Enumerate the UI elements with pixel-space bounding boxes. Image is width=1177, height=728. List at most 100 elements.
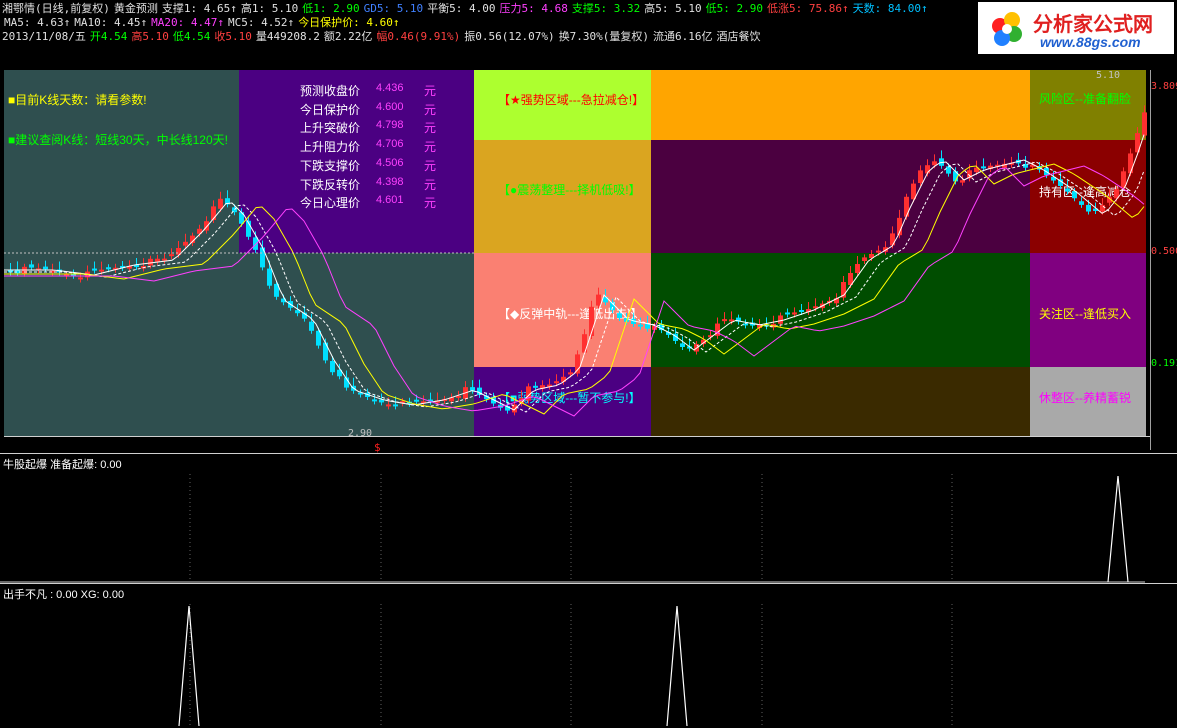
candle-body — [960, 180, 965, 183]
row1-item: 高1: 5.10 — [240, 2, 299, 15]
row1-item: 湘鄂情(日线,前复权) — [2, 2, 110, 15]
row1-item: 低5: 2.90 — [705, 2, 763, 15]
row2-item: 今日保护价: 4.60↑ — [298, 16, 400, 29]
high-price-mark: 5.10 — [1096, 70, 1121, 81]
row1-item: 天数: 84.00↑ — [852, 2, 928, 15]
subchart-niugu-qibao[interactable]: 牛股起爆 准备起爆: 0.00 — [0, 453, 1177, 583]
candle-body — [92, 268, 97, 271]
candle-body — [1086, 204, 1091, 212]
logo-url[interactable]: www.88gs.com — [1040, 34, 1141, 50]
sub2-spike-2 — [666, 605, 688, 727]
candle-body — [393, 404, 398, 407]
price-axis-line — [1150, 70, 1151, 450]
candle-body — [1100, 205, 1105, 212]
candle-body — [568, 372, 573, 375]
candle-body — [267, 268, 272, 286]
row1-item: 低涨5: 75.86↑ — [766, 2, 849, 15]
sub2-spike-1 — [178, 605, 200, 727]
candle-body — [1142, 112, 1147, 136]
row2-item: MC5: 4.52↑ — [227, 16, 295, 29]
candle-body — [638, 324, 643, 327]
candle-body — [414, 399, 419, 402]
candle-body — [29, 264, 34, 268]
row3-item: 酒店餐饮 — [716, 30, 761, 43]
row1-item: GD5: 5.10 — [363, 2, 424, 15]
row2-item: MA10: 4.45↑ — [74, 16, 148, 29]
candlestick-overlay — [4, 105, 1147, 417]
moving-average-line — [4, 161, 1145, 413]
candle-body — [309, 321, 314, 331]
moving-average-line — [4, 134, 1145, 411]
subchart-chushou-bufan[interactable]: 出手不凡 : 0.00 XG: 0.00 — [0, 583, 1177, 728]
candle-body — [323, 342, 328, 361]
sub1-spike — [1107, 475, 1129, 583]
row2-item: MA20: 4.47↑ — [151, 16, 224, 29]
candle-body — [533, 385, 538, 388]
candle-body — [155, 258, 160, 262]
row3-item: 开4.54 — [89, 30, 128, 43]
axis-label-top: 3.809 — [1151, 81, 1177, 92]
candle-body — [99, 269, 104, 272]
row3-item: 收5.10 — [214, 30, 252, 43]
candle-body — [890, 233, 895, 246]
row3-item: 振0.56(12.07%) — [464, 30, 555, 43]
low-price-mark: 2.90 — [348, 428, 373, 439]
row3-item: 额2.22亿 — [323, 30, 373, 43]
candle-body — [582, 334, 587, 353]
candle-body — [218, 198, 223, 209]
candle-body — [78, 277, 83, 280]
row3-item: 2013/11/08/五 — [2, 30, 86, 43]
row3-item: 低4.54 — [172, 30, 211, 43]
candle-body — [253, 237, 258, 250]
candle-body — [596, 294, 601, 306]
candle-body — [1121, 171, 1126, 188]
candle-body — [43, 266, 48, 270]
candle-body — [855, 264, 860, 273]
main-kline-chart[interactable]: ■目前K线天数：请看参数! ■建议查阅K线：短线30天，中长线120天! 预测收… — [4, 70, 1149, 439]
logo-title: 分析家公式网 — [1033, 14, 1153, 36]
candle-body — [778, 315, 783, 324]
row3-item: 换7.30%(量复权) — [558, 30, 650, 43]
site-logo: 分析家公式网 www.88gs.com — [978, 2, 1174, 54]
row1-item: 平衡5: 4.00 — [427, 2, 496, 15]
header-row3: 2013/11/08/五 开4.54 高5.10 低4.54 收5.10 量449208.… — [2, 29, 765, 45]
row3-item: 量449208.2 — [255, 30, 320, 43]
candle-body — [918, 170, 923, 183]
candle-body — [470, 387, 475, 391]
candle-body — [876, 250, 881, 253]
row3-item: 流通6.16亿 — [653, 30, 713, 43]
row1-item: 高5: 5.10 — [644, 2, 702, 15]
axis-label-mid: 0.500 — [1151, 246, 1177, 257]
main-bottom-border — [4, 436, 1150, 437]
candle-body — [575, 354, 580, 374]
row3-item: 幅0.46(9.91%) — [376, 30, 461, 43]
row1-item: 黄金预测 — [113, 2, 158, 15]
row1-item: 支撑1: 4.65↑ — [161, 2, 237, 15]
candle-body — [981, 166, 986, 169]
row3-item: 高5.10 — [131, 30, 169, 43]
candle-body — [169, 254, 174, 257]
candle-body — [1065, 188, 1070, 192]
candle-body — [680, 343, 685, 347]
candle-body — [799, 310, 804, 312]
candle-body — [946, 166, 951, 174]
candle-body — [722, 319, 727, 322]
candle-body — [617, 313, 622, 318]
candle-body — [792, 312, 797, 315]
moving-average-line — [4, 165, 1145, 417]
row1-item: 低1: 2.90 — [302, 2, 360, 15]
candle-body — [554, 381, 559, 384]
row2-item: MA5: 4.63↑ — [4, 16, 71, 29]
candle-body — [183, 241, 188, 246]
row1-item: 支撑5: 3.32 — [571, 2, 641, 15]
candle-body — [106, 267, 111, 270]
candle-body — [785, 312, 790, 315]
candle-body — [386, 404, 391, 407]
axis-label-low: 0.191 — [1151, 358, 1177, 369]
candle-body — [162, 258, 167, 261]
moving-average-line — [4, 163, 1145, 415]
candle-body — [148, 258, 153, 266]
candle-body — [330, 361, 335, 373]
row1-item: 压力5: 4.68 — [499, 2, 568, 15]
candle-body — [372, 399, 377, 402]
